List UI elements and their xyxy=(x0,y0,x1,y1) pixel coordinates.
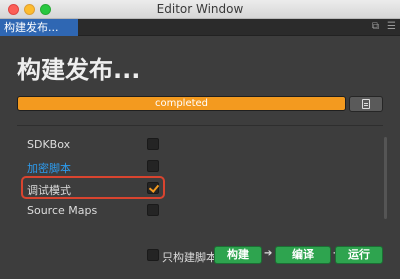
build-script-only-label: 只构建脚本 xyxy=(162,251,217,264)
debug-mode-highlight xyxy=(21,176,165,199)
compile-button[interactable]: 编译 xyxy=(275,246,331,264)
menu-icon[interactable]: ☰ xyxy=(387,21,396,33)
build-button[interactable]: 构建 xyxy=(214,246,262,264)
options-scrollbar[interactable] xyxy=(384,137,387,219)
build-script-only-checkbox[interactable] xyxy=(147,249,159,261)
title-bar: Editor Window xyxy=(0,0,400,19)
section-divider xyxy=(17,125,383,126)
encrypt-script-checkbox[interactable] xyxy=(147,160,159,172)
option-label: SDKBox xyxy=(27,138,71,151)
tab-build-publish[interactable]: 构建发布... xyxy=(0,19,78,36)
page-title: 构建发布... xyxy=(17,56,141,84)
window-restore-icon[interactable]: ⧉ xyxy=(372,21,379,33)
tab-bar-icons: ⧉ ☰ xyxy=(372,21,396,33)
option-label[interactable]: 加密脚本 xyxy=(27,160,71,176)
run-button[interactable]: 运行 xyxy=(335,246,383,264)
arrow-right-icon: ➔ xyxy=(264,248,273,259)
tab-bar: 构建发布... ⧉ ☰ xyxy=(0,19,400,36)
open-log-button[interactable] xyxy=(349,96,383,112)
sdkbox-checkbox[interactable] xyxy=(147,138,159,150)
build-progress-bar: completed xyxy=(17,96,346,111)
document-icon xyxy=(362,99,370,109)
window-title: Editor Window xyxy=(156,2,244,16)
option-label: Source Maps xyxy=(27,204,98,217)
progress-status-text: completed xyxy=(154,98,209,109)
source-maps-checkbox[interactable] xyxy=(147,204,159,216)
